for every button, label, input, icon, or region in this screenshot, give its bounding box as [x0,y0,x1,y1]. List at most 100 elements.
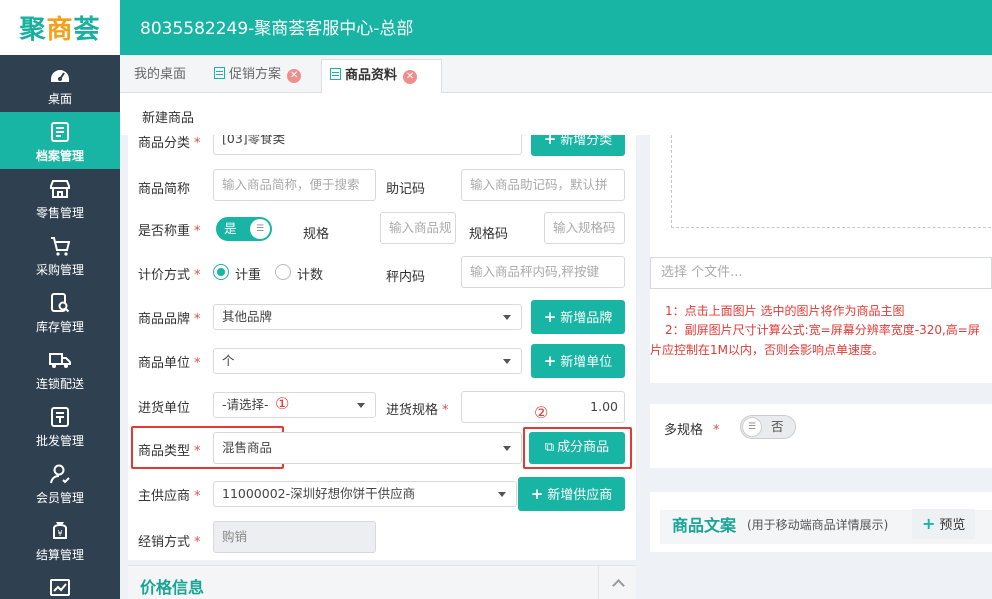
shop-title: 8035582249-聚商荟客服中心-总部 [140,19,414,39]
sidebar-item-member[interactable]: 会员管理 [0,454,120,511]
file-chooser-input[interactable]: 选择 个文件... [650,257,992,289]
chevron-down-icon [503,359,511,364]
scale-code-label: 秤内码 [386,270,426,285]
short-name-input[interactable]: 输入商品简称，便于搜索 [213,169,376,201]
price-info-section-header[interactable]: 价格信息 [128,565,636,599]
add-category-button[interactable]: + 新增分类 [531,135,625,156]
spec-code-label: 规格码 [469,227,509,242]
plus-icon: + [543,308,557,326]
truck-icon [48,348,72,372]
preview-button[interactable]: + 预览 [912,509,976,539]
report-chart-icon [48,576,72,599]
mnemonic-label: 助记码 [386,182,426,197]
inventory-search-icon [48,291,72,315]
plus-icon: + [543,135,557,148]
sidebar-item-label: 会员管理 [35,491,84,505]
supplier-label: 主供应商 * [138,489,201,504]
sidebar-item-label: 结算管理 [35,548,84,562]
sidebar-item-inventory[interactable]: 库存管理 [0,283,120,340]
sidebar-item-label: 批发管理 [35,434,84,448]
app-logo[interactable]: 聚商荟 [0,0,120,55]
chevron-down-icon [498,492,506,497]
copywriting-title: 商品文案 [672,516,737,535]
tab-product-info[interactable]: 商品资料 ✕ [321,59,442,93]
sidebar-item-desktop[interactable]: 桌面 [0,55,120,112]
sidebar-item-label: 库存管理 [35,320,84,334]
purchase-spec-label: 进货规格 * [386,403,449,418]
pricing-count-radio[interactable] [275,264,291,280]
tab-promotion[interactable]: 促销方案 ✕ [206,59,309,93]
sidebar-item-distribution[interactable]: 连锁配送 [0,340,120,397]
product-type-label: 商品类型 * [138,444,201,459]
brand-select[interactable]: 其他品牌 [213,304,522,330]
component-product-button[interactable]: ⧉ 成分商品 [529,432,625,464]
pricing-weight-radio[interactable] [213,264,229,280]
sub-header: 新建商品 [120,93,992,135]
multi-spec-label: 多规格 * [664,423,720,438]
top-bar: 聚商荟 8035582249-聚商荟客服中心-总部 [0,0,992,55]
sidebar-item-report[interactable] [0,568,120,599]
image-drop-zone[interactable] [671,135,992,228]
multi-spec-toggle[interactable]: ☰ 否 [740,415,796,439]
chevron-up-icon[interactable] [598,566,636,599]
purchase-unit-select[interactable]: -请选择- [213,392,376,418]
sales-mode-field: 购销 [213,521,376,553]
brand-label: 商品品牌 * [138,312,201,327]
product-type-select[interactable]: 混售商品 [213,432,522,464]
category-field[interactable]: [03]零食类 [213,135,522,155]
scale-code-input[interactable]: 输入商品秤内码,秤按键 [461,256,625,288]
unit-select[interactable]: 个 [213,348,522,374]
copywriting-card: 商品文案 (用于移动端商品详情展示) + 预览 [650,492,992,552]
add-brand-button[interactable]: + 新增品牌 [531,300,625,334]
pricing-count-label: 计数 [297,268,324,283]
image-upload-card: 选择 个文件... 1：点击上面图片 选中的图片将作为商品主图 2：副屏图片尺寸… [650,135,992,383]
spec-input[interactable]: 输入商品规 [380,212,456,244]
chevron-down-icon [503,315,511,320]
sidebar-item-settlement[interactable]: ¥ 结算管理 [0,511,120,568]
short-name-label: 商品简称 [138,182,191,197]
document-icon [214,67,225,79]
close-icon[interactable]: ✕ [403,70,418,84]
external-link-icon: ⧉ [544,440,555,455]
mnemonic-input[interactable]: 输入商品助记码，默认拼 [461,169,625,201]
tab-my-desktop[interactable]: 我的桌面 [126,59,194,93]
sidebar-item-archive[interactable]: 档案管理 [0,112,120,169]
member-icon [48,462,72,486]
copywriting-subtitle: (用于移动端商品详情展示) [747,518,889,532]
close-icon[interactable]: ✕ [287,69,302,83]
pricing-label: 计价方式 * [138,268,201,283]
cart-icon [48,234,72,258]
page-title: 新建商品 [142,111,195,126]
spec-code-input[interactable]: 输入规格码 [544,212,625,244]
product-form: 商品分类 * [03]零食类 + 新增分类 商品简称 输入商品简称，便于搜索 助记码… [128,135,636,560]
archive-icon [48,120,72,144]
sidebar-item-purchase[interactable]: 采购管理 [0,226,120,283]
upload-tip-2: 2：副屏图片尺寸计算公式:宽=屏幕分辨率宽度-320,高=屏 [665,323,980,337]
sidebar-item-label: 桌面 [47,92,72,106]
purchase-unit-label: 进货单位 [138,401,191,416]
dashboard-icon [48,63,72,87]
annotation-marker-2: ② [534,403,549,422]
annotation-marker-1: ① [275,394,290,413]
spec-label: 规格 [303,227,330,242]
sidebar-item-label: 连锁配送 [35,377,84,391]
add-supplier-button[interactable]: + 新增供应商 [518,477,625,511]
sidebar: 桌面 档案管理 零售管理 采购管理 库存管理 连锁配送 批发管理 会员管理 ¥ … [0,55,120,599]
category-label: 商品分类 * [138,136,201,151]
section-title: 价格信息 [140,578,205,597]
add-unit-button[interactable]: + 新增单位 [531,344,625,378]
supplier-select[interactable]: 11000002-深圳好想你饼干供应商 [213,481,517,507]
settlement-icon: ¥ [48,519,72,543]
sidebar-item-retail[interactable]: 零售管理 [0,169,120,226]
document-icon [330,68,341,80]
plus-icon: + [530,485,544,503]
tab-label: 我的桌面 [134,67,187,82]
logo-text: 聚商荟 [19,15,101,45]
store-icon [48,177,72,201]
sidebar-item-label: 采购管理 [35,263,84,277]
chevron-down-icon [503,446,511,451]
plus-icon: + [543,352,557,370]
toggle-knob-icon: ☰ [250,219,270,239]
sidebar-item-wholesale[interactable]: 批发管理 [0,397,120,454]
weighed-toggle[interactable]: 是 ☰ [216,217,272,241]
